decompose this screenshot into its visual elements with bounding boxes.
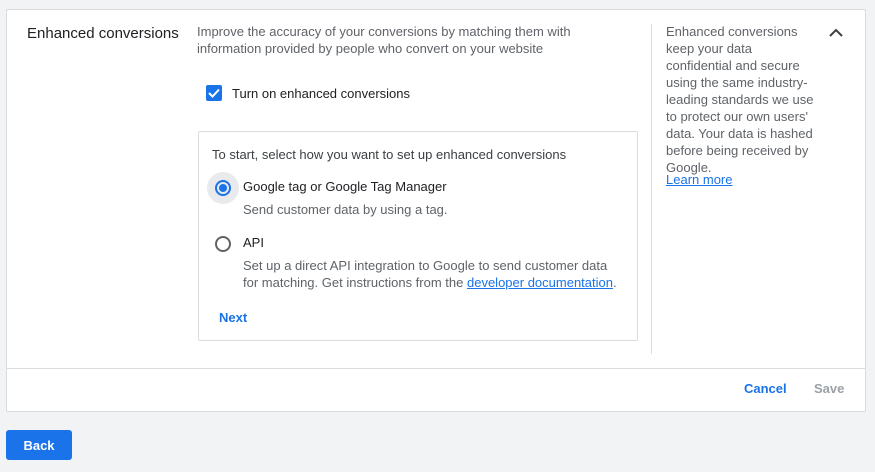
option-description: Send customer data by using a tag.	[243, 202, 448, 217]
enable-enhanced-conversions-checkbox[interactable]: Turn on enhanced conversions	[206, 85, 410, 101]
option-api[interactable]: API Set up a direct API integration to G…	[207, 228, 623, 291]
option-google-tag[interactable]: Google tag or Google Tag Manager Send cu…	[207, 172, 623, 218]
option-title: API	[243, 235, 264, 250]
setup-method-box: To start, select how you want to set up …	[198, 131, 638, 341]
option-title: Google tag or Google Tag Manager	[243, 179, 447, 194]
radio-google-tag[interactable]	[207, 172, 239, 204]
checkmark-icon	[208, 88, 220, 98]
checkbox-checked[interactable]	[206, 85, 222, 101]
section-title: Enhanced conversions	[27, 25, 179, 42]
footer-divider	[7, 368, 865, 369]
next-button[interactable]: Next	[219, 310, 247, 325]
radio-dot	[219, 184, 227, 192]
option-description: Set up a direct API integration to Googl…	[243, 257, 623, 291]
vertical-divider	[651, 24, 652, 354]
cancel-button[interactable]: Cancel	[744, 381, 787, 396]
api-description-suffix: .	[612, 275, 617, 290]
radio-selected-indicator	[215, 180, 231, 196]
enhanced-conversions-card: Enhanced conversions Improve the accurac…	[6, 9, 866, 412]
chevron-up-icon[interactable]	[827, 26, 845, 40]
learn-more-link[interactable]: Learn more	[666, 172, 732, 187]
save-button: Save	[814, 381, 845, 396]
section-description: Improve the accuracy of your conversions…	[197, 24, 571, 56]
enable-label: Turn on enhanced conversions	[232, 85, 411, 101]
help-text: Enhanced conversions keep your data conf…	[666, 24, 814, 175]
setup-prompt: To start, select how you want to set up …	[212, 147, 567, 162]
back-button[interactable]: Back	[6, 430, 72, 460]
radio-api[interactable]	[207, 228, 239, 260]
developer-documentation-link[interactable]: developer documentation	[467, 275, 613, 290]
radio-unselected-indicator	[215, 236, 231, 252]
